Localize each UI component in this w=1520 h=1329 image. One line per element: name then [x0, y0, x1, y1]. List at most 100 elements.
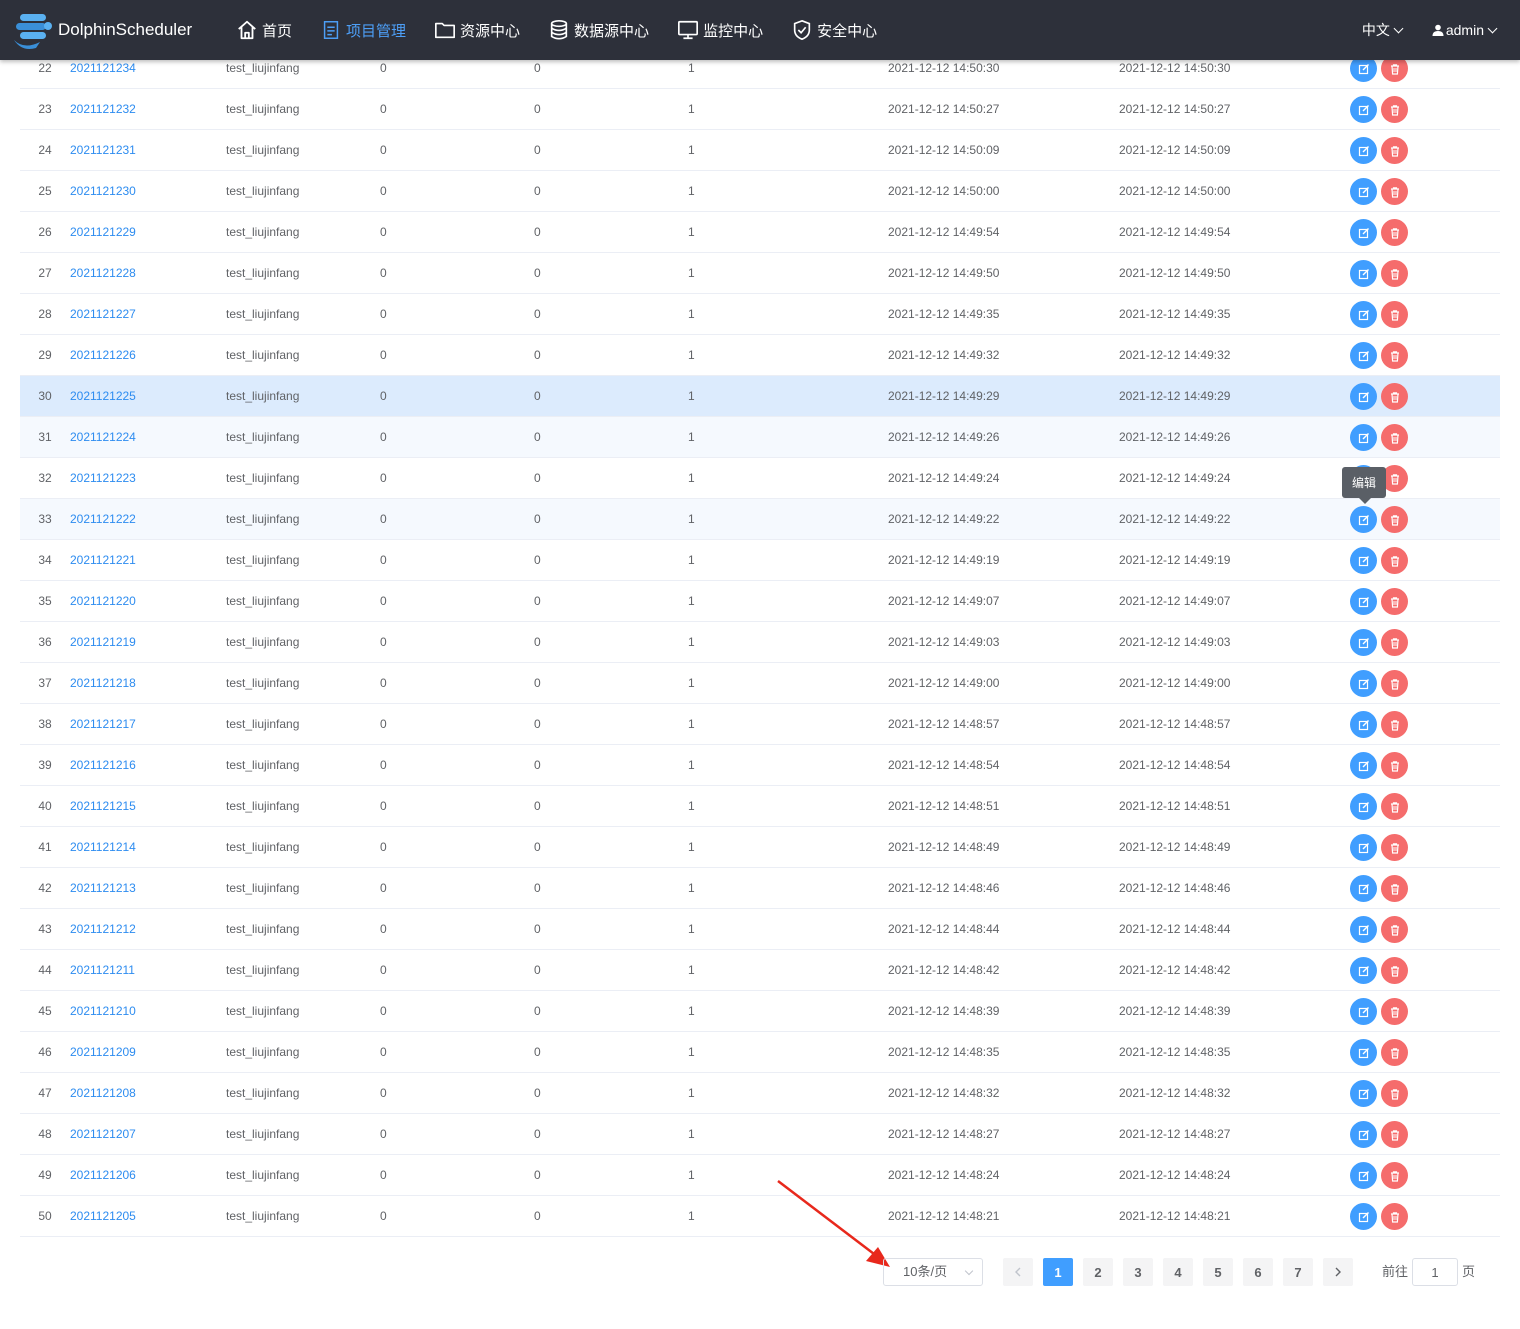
- project-name-link[interactable]: 2021121212: [70, 909, 136, 950]
- project-name-link[interactable]: 2021121220: [70, 581, 136, 622]
- edit-button[interactable]: [1350, 875, 1377, 902]
- next-page-button[interactable]: [1323, 1258, 1353, 1286]
- logo[interactable]: DolphinScheduler: [10, 10, 236, 50]
- delete-button[interactable]: [1381, 342, 1408, 369]
- edit-button[interactable]: [1350, 424, 1377, 451]
- page-number-button[interactable]: 2: [1083, 1258, 1113, 1286]
- delete-button[interactable]: [1381, 1162, 1408, 1189]
- nav-project-management[interactable]: 项目管理: [320, 0, 406, 60]
- edit-button[interactable]: [1350, 670, 1377, 697]
- project-name-link[interactable]: 2021121209: [70, 1032, 136, 1073]
- delete-button[interactable]: [1381, 506, 1408, 533]
- delete-button[interactable]: [1381, 219, 1408, 246]
- project-name-link[interactable]: 2021121232: [70, 89, 136, 130]
- delete-button[interactable]: [1381, 957, 1408, 984]
- delete-button[interactable]: [1381, 793, 1408, 820]
- goto-page-input[interactable]: [1412, 1258, 1458, 1286]
- delete-button[interactable]: [1381, 588, 1408, 615]
- project-name-link[interactable]: 2021121210: [70, 991, 136, 1032]
- delete-button[interactable]: [1381, 834, 1408, 861]
- edit-button[interactable]: [1350, 1080, 1377, 1107]
- edit-button[interactable]: [1350, 1162, 1377, 1189]
- page-number-button[interactable]: 6: [1243, 1258, 1273, 1286]
- project-name-link[interactable]: 2021121206: [70, 1155, 136, 1196]
- language-switcher[interactable]: 中文: [1362, 20, 1404, 40]
- project-name-link[interactable]: 2021121213: [70, 868, 136, 909]
- project-name-link[interactable]: 2021121225: [70, 376, 136, 417]
- project-name-link[interactable]: 2021121230: [70, 171, 136, 212]
- delete-button[interactable]: [1381, 260, 1408, 287]
- delete-button[interactable]: [1381, 383, 1408, 410]
- prev-page-button[interactable]: [1003, 1258, 1033, 1286]
- nav-resource-center[interactable]: 资源中心: [434, 0, 520, 60]
- delete-button[interactable]: [1381, 1080, 1408, 1107]
- delete-button[interactable]: [1381, 547, 1408, 574]
- nav-datasource-center[interactable]: 数据源中心: [548, 0, 649, 60]
- delete-button[interactable]: [1381, 1203, 1408, 1230]
- edit-button[interactable]: [1350, 1039, 1377, 1066]
- edit-button[interactable]: [1350, 957, 1377, 984]
- project-name-link[interactable]: 2021121217: [70, 704, 136, 745]
- edit-button[interactable]: [1350, 301, 1377, 328]
- delete-button[interactable]: [1381, 301, 1408, 328]
- page-size-select[interactable]: 10条/页: [883, 1258, 983, 1286]
- delete-button[interactable]: [1381, 424, 1408, 451]
- project-name-link[interactable]: 2021121218: [70, 663, 136, 704]
- delete-button[interactable]: [1381, 137, 1408, 164]
- edit-button[interactable]: [1350, 178, 1377, 205]
- delete-button[interactable]: [1381, 875, 1408, 902]
- project-name-link[interactable]: 2021121214: [70, 827, 136, 868]
- page-number-button[interactable]: 1: [1043, 1258, 1073, 1286]
- nav-home[interactable]: 首页: [236, 0, 292, 60]
- project-name-link[interactable]: 2021121216: [70, 745, 136, 786]
- delete-button[interactable]: [1381, 1039, 1408, 1066]
- delete-button[interactable]: [1381, 711, 1408, 738]
- project-name-link[interactable]: 2021121215: [70, 786, 136, 827]
- nav-security-center[interactable]: 安全中心: [791, 0, 877, 60]
- project-name-link[interactable]: 2021121231: [70, 130, 136, 171]
- edit-button[interactable]: [1350, 711, 1377, 738]
- page-number-button[interactable]: 7: [1283, 1258, 1313, 1286]
- edit-button[interactable]: [1350, 383, 1377, 410]
- user-menu[interactable]: admin: [1432, 22, 1498, 38]
- edit-button[interactable]: [1350, 916, 1377, 943]
- delete-button[interactable]: [1381, 998, 1408, 1025]
- project-name-link[interactable]: 2021121207: [70, 1114, 136, 1155]
- delete-button[interactable]: [1381, 1121, 1408, 1148]
- project-name-link[interactable]: 2021121222: [70, 499, 136, 540]
- project-name-link[interactable]: 2021121221: [70, 540, 136, 581]
- delete-button[interactable]: [1381, 96, 1408, 123]
- delete-button[interactable]: [1381, 916, 1408, 943]
- delete-button[interactable]: [1381, 629, 1408, 656]
- edit-button[interactable]: [1350, 793, 1377, 820]
- project-name-link[interactable]: 2021121223: [70, 458, 136, 499]
- edit-button[interactable]: [1350, 998, 1377, 1025]
- project-name-link[interactable]: 2021121226: [70, 335, 136, 376]
- delete-button[interactable]: [1381, 178, 1408, 205]
- project-name-link[interactable]: 2021121227: [70, 294, 136, 335]
- project-name-link[interactable]: 2021121211: [70, 950, 135, 991]
- delete-button[interactable]: [1381, 670, 1408, 697]
- project-name-link[interactable]: 2021121208: [70, 1073, 136, 1114]
- delete-button[interactable]: [1381, 752, 1408, 779]
- edit-button[interactable]: [1350, 834, 1377, 861]
- page-number-button[interactable]: 4: [1163, 1258, 1193, 1286]
- project-name-link[interactable]: 2021121229: [70, 212, 136, 253]
- edit-button[interactable]: [1350, 260, 1377, 287]
- edit-button[interactable]: [1350, 1203, 1377, 1230]
- edit-button[interactable]: [1350, 506, 1377, 533]
- edit-button[interactable]: [1350, 1121, 1377, 1148]
- edit-button[interactable]: [1350, 219, 1377, 246]
- page-number-button[interactable]: 5: [1203, 1258, 1233, 1286]
- project-name-link[interactable]: 2021121228: [70, 253, 136, 294]
- edit-button[interactable]: [1350, 629, 1377, 656]
- project-name-link[interactable]: 2021121219: [70, 622, 136, 663]
- project-name-link[interactable]: 2021121224: [70, 417, 136, 458]
- edit-button[interactable]: [1350, 588, 1377, 615]
- edit-button[interactable]: [1350, 752, 1377, 779]
- page-number-button[interactable]: 3: [1123, 1258, 1153, 1286]
- edit-button[interactable]: [1350, 547, 1377, 574]
- edit-button[interactable]: [1350, 342, 1377, 369]
- edit-button[interactable]: [1350, 137, 1377, 164]
- nav-monitor-center[interactable]: 监控中心: [677, 0, 763, 60]
